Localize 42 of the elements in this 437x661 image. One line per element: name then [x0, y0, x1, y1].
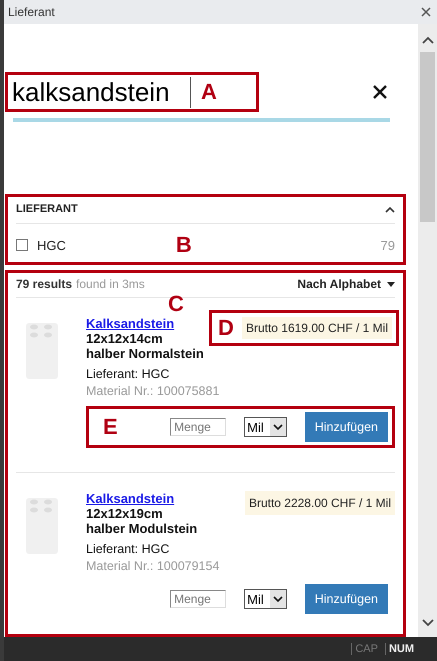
caret-icon — [387, 282, 395, 286]
unit-dropdown[interactable]: Mil — [244, 417, 287, 437]
material-number: Material Nr.: 100075881 — [86, 384, 220, 398]
product-variant: halber Modulstein — [86, 521, 198, 536]
annotation-label: C — [168, 291, 184, 317]
add-button[interactable]: Hinzufügen — [304, 412, 388, 442]
facet-title: LIEFERANT — [16, 203, 78, 215]
close-icon[interactable] — [421, 7, 431, 17]
material-number: Material Nr.: 100079154 — [86, 559, 220, 573]
unit-dropdown[interactable]: Mil — [244, 589, 287, 609]
product-variant: halber Normalstein — [86, 346, 204, 361]
chevron-down-icon — [270, 418, 286, 436]
sort-dropdown[interactable]: Nach Alphabet — [297, 277, 395, 291]
price-tag: Brutto 1619.00 CHF / 1 Mil — [242, 317, 392, 339]
annotation-label: A — [201, 79, 217, 105]
chevron-up-icon[interactable] — [385, 206, 395, 212]
option-label: HGC — [37, 238, 66, 252]
status-indicator: CAP — [351, 643, 381, 655]
option-count: 79 — [380, 238, 395, 252]
product-link[interactable]: Kalksandstein — [86, 316, 204, 331]
product-size: 12x12x14cm — [86, 331, 164, 346]
clear-icon[interactable] — [372, 84, 388, 100]
annotation-label: E — [103, 414, 118, 440]
chevron-down-icon — [270, 590, 286, 608]
supplier-text: Lieferant: HGC — [86, 542, 170, 556]
annotation-label: B — [176, 232, 192, 258]
price-tag: Brutto 2228.00 CHF / 1 Mil — [244, 491, 395, 515]
add-button[interactable]: Hinzufügen — [304, 584, 388, 614]
status-indicator: NUM — [384, 643, 417, 655]
results-timing: found in 3ms — [76, 277, 145, 291]
scrollbar-thumb[interactable] — [420, 52, 435, 222]
supplier-text: Lieferant: HGC — [86, 367, 170, 381]
window-title: Lieferant — [8, 5, 55, 19]
quantity-field[interactable]: Menge — [170, 418, 226, 436]
quantity-field[interactable]: Menge — [170, 590, 226, 608]
product-size: 12x12x19cm — [86, 506, 164, 521]
scroll-down-icon[interactable] — [422, 619, 434, 627]
annotation-label: D — [218, 315, 234, 341]
results-count: 79 results — [16, 277, 72, 291]
scroll-up-icon[interactable] — [422, 36, 434, 44]
product-link[interactable]: Kalksandstein — [86, 491, 198, 506]
checkbox[interactable] — [16, 239, 28, 251]
